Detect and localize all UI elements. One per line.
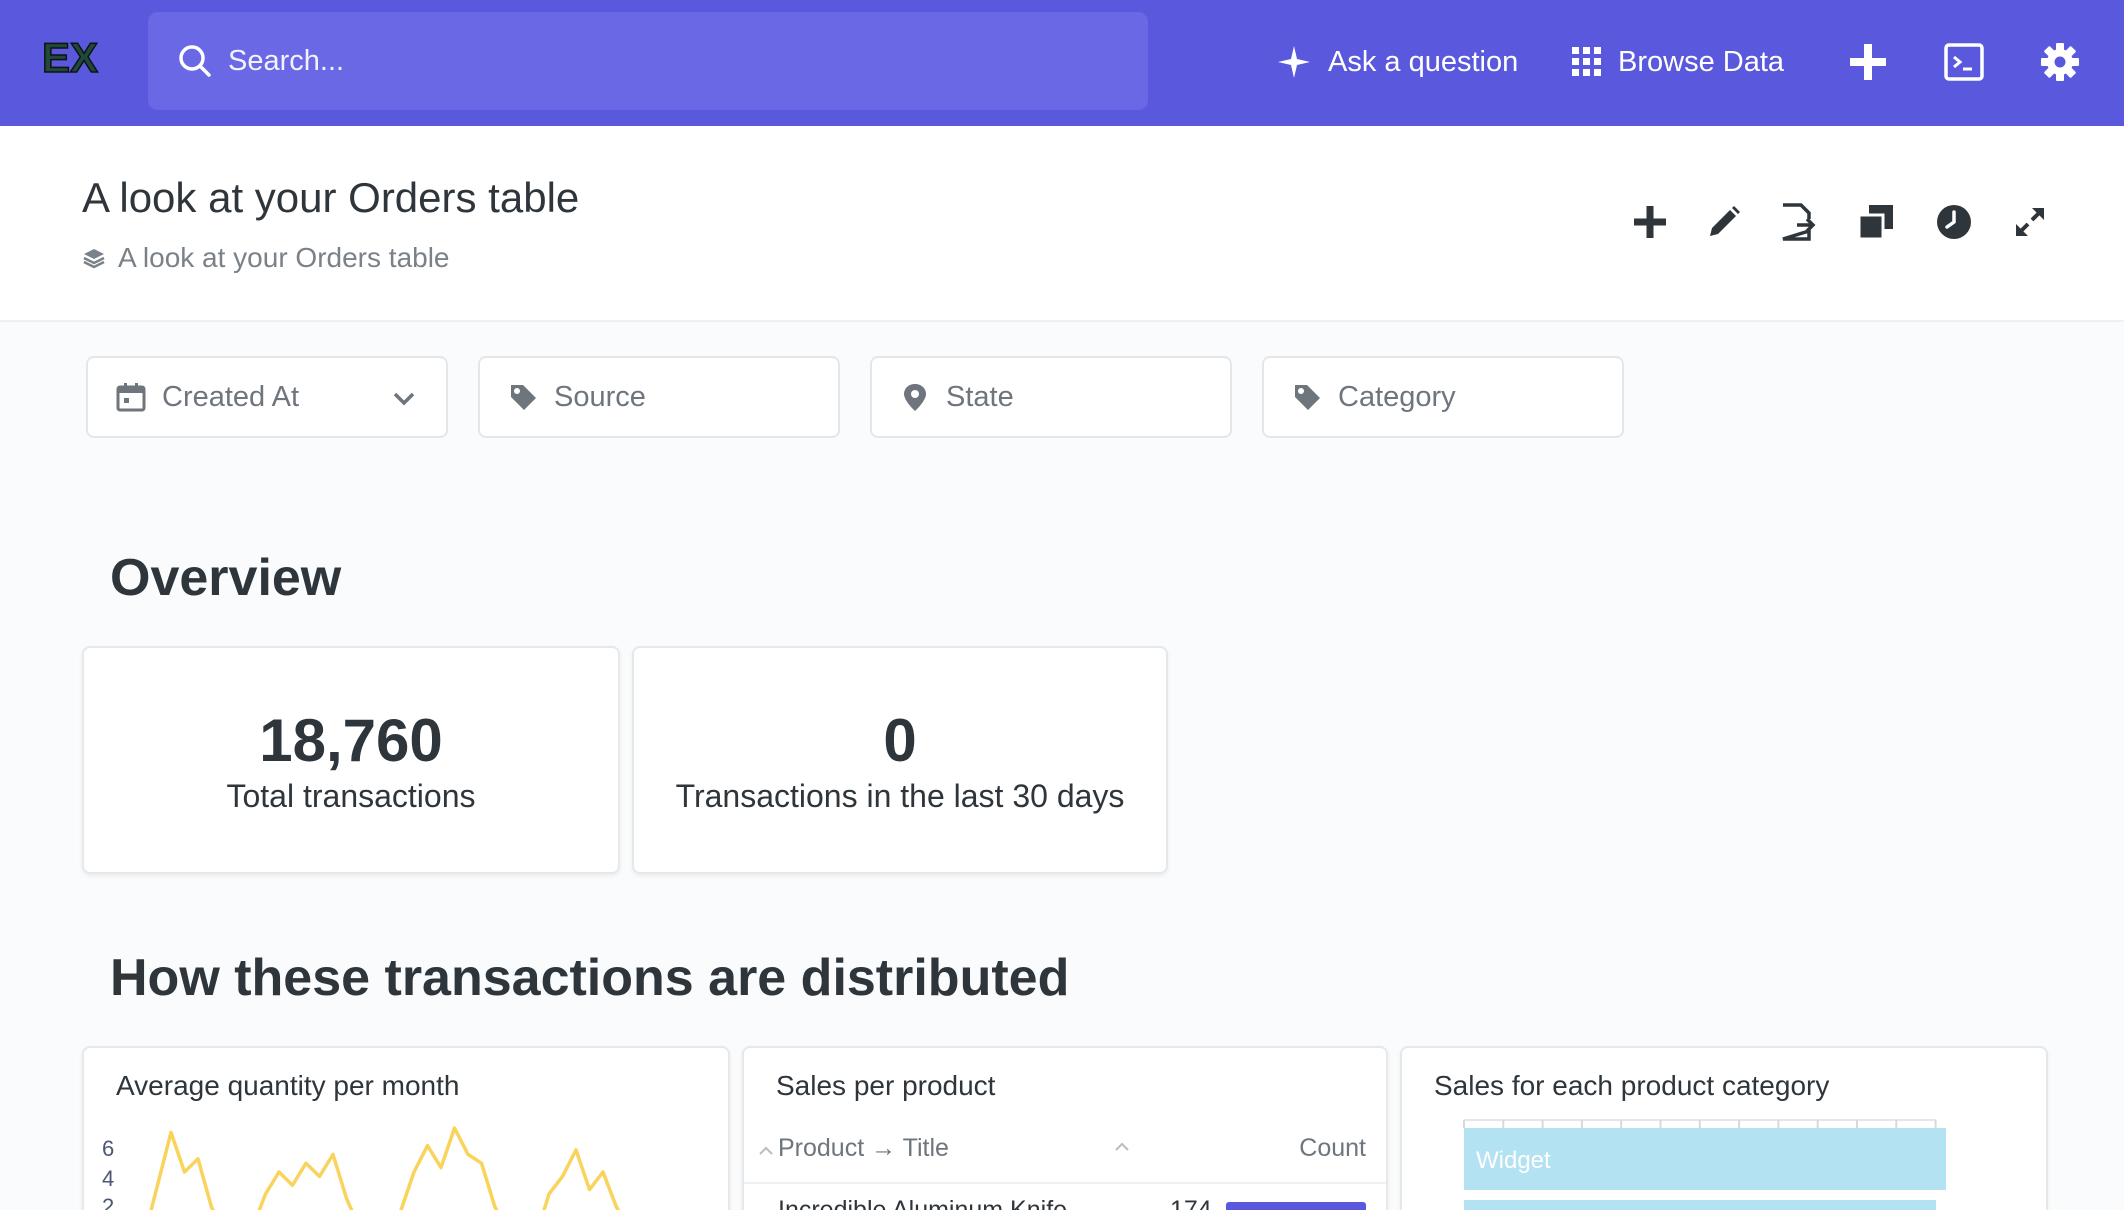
grid-icon bbox=[1572, 47, 1601, 76]
sort-chevron-icon bbox=[1115, 1142, 1129, 1151]
calendar-icon bbox=[116, 383, 146, 412]
chart-card-avg-quantity[interactable]: Average quantity per month 642 bbox=[82, 1046, 730, 1210]
fullscreen-button[interactable] bbox=[2008, 200, 2052, 244]
series-line bbox=[149, 1126, 621, 1210]
plus-icon bbox=[1850, 44, 1886, 80]
category-label: Widget bbox=[1476, 1147, 1551, 1174]
card-title: Sales per product bbox=[776, 1070, 996, 1101]
chart-card-sales-by-category[interactable]: Sales for each product category Widget bbox=[1400, 1046, 2048, 1210]
browse-data-button[interactable]: Browse Data bbox=[1572, 36, 1784, 88]
chevron-down-icon bbox=[393, 392, 415, 406]
stat-card-recent[interactable]: 0 Transactions in the last 30 days bbox=[632, 646, 1168, 874]
search-bar[interactable]: Search... bbox=[148, 12, 1148, 110]
expand-icon bbox=[2016, 208, 2044, 236]
clock-icon bbox=[1937, 205, 1971, 239]
line-chart: 6 4 2 bbox=[102, 1126, 621, 1210]
stat-value: 0 bbox=[883, 707, 917, 774]
chevron-up-icon bbox=[759, 1146, 773, 1155]
table-cell-count: 174 bbox=[1170, 1196, 1212, 1210]
gear-icon bbox=[2041, 43, 2079, 81]
browse-data-label: Browse Data bbox=[1618, 45, 1785, 78]
ask-question-label: Ask a question bbox=[1328, 45, 1519, 78]
edit-button[interactable] bbox=[1702, 200, 1746, 244]
page-title[interactable]: A look at your Orders table bbox=[82, 174, 579, 222]
axis-ticks bbox=[1463, 1120, 1937, 1128]
stat-value: 18,760 bbox=[259, 707, 443, 774]
layers-icon bbox=[83, 249, 105, 269]
history-button[interactable] bbox=[1932, 200, 1976, 244]
settings-button[interactable] bbox=[2036, 38, 2084, 86]
table-cell-title[interactable]: Incredible Aluminum Knife bbox=[778, 1196, 1067, 1210]
stat-label: Total transactions bbox=[226, 778, 476, 814]
stat-label: Transactions in the last 30 days bbox=[675, 778, 1125, 814]
filter-category[interactable]: Category bbox=[1262, 356, 1624, 438]
filter-label: Source bbox=[554, 380, 646, 413]
sparkle-icon bbox=[1278, 46, 1310, 78]
table-divider bbox=[744, 1182, 1386, 1184]
y-tick-label: 2 bbox=[102, 1194, 114, 1210]
top-nav: EX Search... Ask a question Browse Data bbox=[0, 0, 2124, 126]
new-button[interactable] bbox=[1844, 38, 1892, 86]
filter-created-at[interactable]: Created At bbox=[86, 356, 448, 438]
filter-label: State bbox=[946, 380, 1014, 413]
ask-question-button[interactable]: Ask a question bbox=[1276, 36, 1518, 88]
bar-chart: Widget bbox=[1463, 1119, 1946, 1210]
add-card-button[interactable] bbox=[1628, 200, 1672, 244]
table-cell-bar bbox=[1226, 1202, 1366, 1210]
collection-breadcrumb[interactable]: A look at your Orders table bbox=[82, 242, 450, 274]
search-icon bbox=[179, 45, 211, 77]
filter-label: Created At bbox=[162, 380, 300, 413]
export-button[interactable] bbox=[1776, 200, 1820, 244]
category-bar-next bbox=[1464, 1200, 1936, 1210]
stat-card-total[interactable]: 18,760 Total transactions bbox=[82, 646, 620, 874]
filter-source[interactable]: Source bbox=[478, 356, 840, 438]
table-card-sales-per-product[interactable]: Sales per product Product → Title Count … bbox=[742, 1046, 1388, 1210]
plus-icon bbox=[1634, 206, 1666, 238]
pencil-icon bbox=[1710, 206, 1740, 236]
y-tick-label: 6 bbox=[102, 1136, 114, 1161]
column-header-title[interactable]: Product → Title bbox=[778, 1134, 949, 1163]
sql-editor-button[interactable] bbox=[1940, 38, 1988, 86]
subtitle-text: A look at your Orders table bbox=[118, 242, 450, 273]
terminal-icon bbox=[1944, 43, 1984, 81]
distribution-heading: How these transactions are distributed bbox=[110, 949, 1070, 1007]
y-tick-label: 4 bbox=[102, 1166, 114, 1191]
copy-icon bbox=[1857, 205, 1893, 241]
dashboard-header: A look at your Orders table A look at yo… bbox=[0, 126, 2124, 322]
location-pin-icon bbox=[904, 384, 926, 411]
duplicate-button[interactable] bbox=[1854, 200, 1898, 244]
filter-label: Category bbox=[1338, 380, 1456, 413]
logo-text: EX bbox=[42, 34, 98, 78]
filter-state[interactable]: State bbox=[870, 356, 1232, 438]
tag-icon bbox=[1295, 385, 1320, 410]
overview-heading: Overview bbox=[110, 549, 342, 607]
column-header-count[interactable]: Count bbox=[1299, 1134, 1366, 1163]
search-placeholder: Search... bbox=[228, 44, 345, 77]
tag-icon bbox=[511, 385, 536, 410]
document-export-icon bbox=[1782, 203, 1816, 241]
logo[interactable]: EX bbox=[41, 33, 104, 82]
